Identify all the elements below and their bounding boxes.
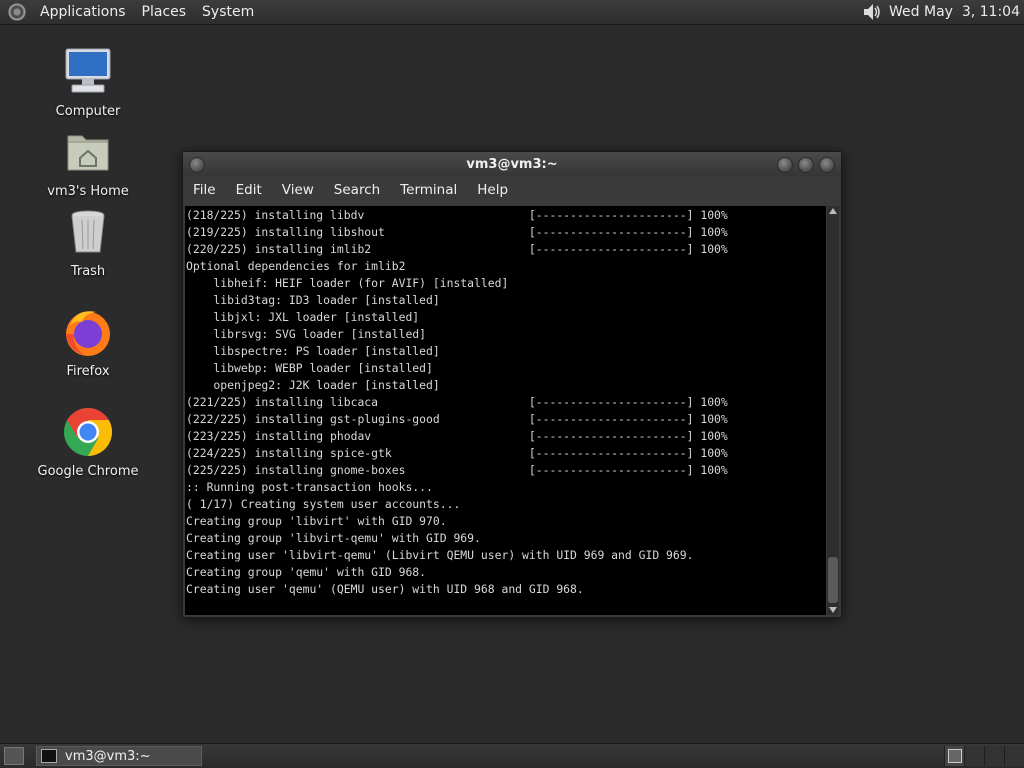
panel-tray: Wed May 3, 11:04 [861,1,1024,23]
desktop-icon-label: Trash [70,264,106,279]
monitor-icon [65,48,111,93]
menu-system[interactable]: System [194,4,262,20]
terminal-scrollbar[interactable] [827,206,839,615]
workspace-4[interactable] [1004,746,1024,766]
window-title: vm3@vm3:~ [466,156,558,172]
desktop-icon-chrome[interactable]: Google Chrome [33,406,143,479]
desktop-icon-label: vm3's Home [47,184,129,199]
maximize-button[interactable] [798,157,814,173]
workspace-1[interactable] [944,746,964,766]
desktop-icon-trash[interactable]: Trash [33,206,143,279]
desktop-icon-computer[interactable]: Computer [33,46,143,119]
terminal-text: (218/225) installing libdv [------------… [186,208,728,596]
window-titlebar[interactable]: vm3@vm3:~ [183,152,841,176]
taskbar-label: vm3@vm3:~ [65,748,151,764]
terminal-window[interactable]: vm3@vm3:~ File Edit View Search Terminal… [182,151,842,618]
bottom-panel: vm3@vm3:~ [0,743,1024,768]
scroll-down-arrow-icon[interactable] [829,607,837,613]
scrollbar-thumb[interactable] [828,557,838,603]
home-folder-icon [67,135,109,171]
menu-terminal[interactable]: Terminal [390,182,467,198]
minimize-button[interactable] [777,157,793,173]
scroll-up-arrow-icon[interactable] [829,208,837,214]
menu-file[interactable]: File [183,182,226,198]
menu-applications[interactable]: Applications [32,4,134,20]
menu-edit[interactable]: Edit [226,182,272,198]
menu-places[interactable]: Places [134,4,195,20]
distro-logo-icon[interactable] [8,3,26,21]
menu-view[interactable]: View [272,182,324,198]
firefox-icon [66,311,110,356]
chrome-icon [64,408,113,456]
window-menu-icon[interactable] [189,157,205,173]
menu-help[interactable]: Help [467,182,518,198]
terminal-output[interactable]: (218/225) installing libdv [------------… [185,206,826,615]
speaker-icon[interactable] [861,1,883,23]
show-desktop-icon[interactable] [4,747,24,765]
workspace-3[interactable] [984,746,1004,766]
window-menubar: File Edit View Search Terminal Help [183,176,841,204]
terminal-icon [41,749,57,763]
desktop-icon-label: Computer [55,104,121,119]
desktop-icon-home[interactable]: vm3's Home [33,126,143,199]
workspace-switcher [944,746,1024,766]
top-panel: Applications Places System Wed May 3, 11… [0,0,1024,25]
workspace-2[interactable] [964,746,984,766]
desktop-icon-firefox[interactable]: Firefox [33,306,143,379]
desktop-icon-label: Google Chrome [37,464,139,479]
trash-icon [71,210,105,253]
menu-search[interactable]: Search [324,182,390,198]
close-button[interactable] [819,157,835,173]
clock[interactable]: Wed May 3, 11:04 [889,4,1020,20]
desktop-icon-label: Firefox [66,364,110,379]
taskbar-button-terminal[interactable]: vm3@vm3:~ [36,746,202,766]
